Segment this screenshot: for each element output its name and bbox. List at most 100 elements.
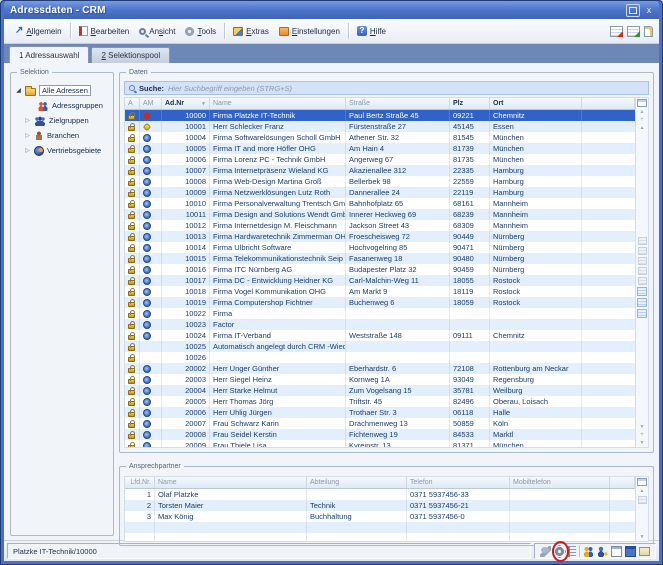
column-header-name[interactable]: Name bbox=[155, 477, 307, 488]
column-chooser-icon[interactable] bbox=[637, 478, 647, 486]
side-tab-icon[interactable] bbox=[638, 257, 647, 265]
search-input[interactable] bbox=[168, 84, 644, 93]
address-row[interactable]: 10014Firma Ulbricht SoftwareHochvogelrin… bbox=[125, 242, 635, 253]
address-row[interactable]: 10005Firma IT and more Höfler OHGAm Hain… bbox=[125, 143, 635, 154]
address-row[interactable]: 10010Firma Personalverwaltung Trentsch G… bbox=[125, 198, 635, 209]
address-row[interactable]: 10016Firma ITC Nürnberg AGBudapester Pla… bbox=[125, 264, 635, 275]
user-key-icon[interactable] bbox=[597, 546, 608, 557]
address-row[interactable]: 20007Frau Schwarz KarinDrachmenweg 13508… bbox=[125, 418, 635, 429]
address-row[interactable]: 20009Frau Thiele LisaKyreinstr. 1381371M… bbox=[125, 440, 635, 447]
address-row[interactable]: 10008Firma Web-Design Martina GroßBeller… bbox=[125, 176, 635, 187]
contact-row[interactable] bbox=[125, 522, 635, 533]
side-card-icon[interactable] bbox=[637, 287, 647, 296]
side-card-icon[interactable] bbox=[637, 298, 647, 307]
column-header-lock[interactable]: A bbox=[125, 98, 140, 109]
address-row[interactable]: 10001Herr Schlecker FranzFürstenstraße 2… bbox=[125, 121, 635, 132]
side-card-icon[interactable] bbox=[637, 309, 647, 318]
contact-row[interactable]: 3Max KönigBuchhaltung0371 5937456-0 bbox=[125, 511, 635, 522]
restore-button[interactable] bbox=[626, 4, 640, 17]
menu-extras[interactable]: Extras bbox=[228, 24, 274, 39]
column-header-adnr[interactable]: Ad.Nr▼ bbox=[162, 98, 210, 109]
column-header-plz[interactable]: Plz bbox=[450, 98, 490, 109]
scroll-marker-icon[interactable]: + bbox=[640, 117, 644, 123]
column-header-telefon[interactable]: Telefon bbox=[407, 477, 510, 488]
expander-open-icon[interactable]: ◢ bbox=[15, 87, 22, 94]
address-row[interactable]: 10015Firma Telekommunikationstechnik Sei… bbox=[125, 253, 635, 264]
address-row[interactable]: 20006Herr Uhlig JürgenTrothaer Str. 3061… bbox=[125, 407, 635, 418]
tab-selektionspool[interactable]: 2 Selektionspool bbox=[91, 47, 170, 63]
address-row[interactable]: 10018Firma Vogel Kommunikation OHGAm Mar… bbox=[125, 286, 635, 297]
address-row[interactable]: 20003Herr Siegel HeinzKornweg 1A93049Reg… bbox=[125, 374, 635, 385]
scroll-bottom-icon[interactable]: ▼ bbox=[640, 440, 645, 446]
address-row[interactable]: 20005Herr Thomas JörgTriftstr. 4582496Ob… bbox=[125, 396, 635, 407]
menu-tools[interactable]: Tools bbox=[180, 24, 221, 39]
tree-item-adressgruppen[interactable]: Adressgruppen bbox=[15, 98, 111, 113]
scroll-up-icon[interactable]: ▲ bbox=[640, 125, 645, 131]
menu-bearbeiten[interactable]: Bearbeiten bbox=[74, 23, 135, 39]
address-row[interactable]: 10013Firma Hardwaretechnik Zimmerman OHG… bbox=[125, 231, 635, 242]
address-row[interactable]: 10006Firma Lorenz PC - Technik GmbHAnger… bbox=[125, 154, 635, 165]
column-header-strasse[interactable]: Straße bbox=[346, 98, 450, 109]
address-row[interactable]: 10024Firma IT-VerbandWeststraße 14809111… bbox=[125, 330, 635, 341]
side-search-icon[interactable] bbox=[638, 247, 647, 255]
address-row[interactable]: 10017Firma DC - Entwicklung Heidner KGCa… bbox=[125, 275, 635, 286]
column-header-abteilung[interactable]: Abteilung bbox=[307, 477, 407, 488]
tree-item-alle-adressen[interactable]: ◢ Alle Adressen bbox=[15, 83, 111, 98]
address-row[interactable]: 10011Firma Design and Solutions Wendt Gm… bbox=[125, 209, 635, 220]
scroll-down-icon[interactable]: ▼ bbox=[640, 424, 645, 430]
address-row[interactable]: 20008Frau Seidel KerstinFichtenweg 19845… bbox=[125, 429, 635, 440]
scroll-marker-icon[interactable]: + bbox=[640, 432, 644, 438]
address-row[interactable]: 10012Firma Internetdesign M. Fleischmann… bbox=[125, 220, 635, 231]
scroll-top-icon[interactable]: ▲ bbox=[640, 109, 645, 115]
tree-item-branchen[interactable]: ▷ Branchen bbox=[15, 128, 111, 143]
side-filter-icon[interactable] bbox=[638, 267, 647, 275]
table-export-red-icon[interactable] bbox=[610, 26, 623, 37]
menu-ansicht[interactable]: Ansicht bbox=[134, 24, 180, 39]
title-bar[interactable]: Adressdaten - CRM x bbox=[4, 1, 659, 19]
scroll-up-icon[interactable]: ▲ bbox=[640, 488, 645, 494]
side-print-icon[interactable] bbox=[638, 277, 647, 285]
contact-row[interactable]: 2Torsten MaierTechnik0371 5937456-21 bbox=[125, 500, 635, 511]
phone-hand-icon[interactable] bbox=[540, 546, 551, 557]
address-row[interactable]: 20004Herr Starke HelmutZum Vogelsang 153… bbox=[125, 385, 635, 396]
address-row[interactable]: 10023Factor bbox=[125, 319, 635, 330]
expander-closed-icon[interactable]: ▷ bbox=[24, 117, 31, 124]
menu-einstellungen[interactable]: Einstellungen bbox=[274, 24, 345, 39]
window-resize-icon[interactable] bbox=[611, 546, 622, 557]
sort-filter-icon[interactable]: ▼ bbox=[198, 101, 206, 107]
contact-row[interactable]: 1Olaf Platzke0371 5937456-33 bbox=[125, 489, 635, 500]
address-row[interactable]: 10000Firma Platzke IT-TechnikPaul Bertz … bbox=[125, 110, 635, 121]
menu-hilfe[interactable]: ? Hilfe bbox=[352, 23, 391, 39]
tree-item-zielgruppen[interactable]: ▷ Zielgruppen bbox=[15, 113, 111, 128]
column-header-ort[interactable]: Ort bbox=[490, 98, 582, 109]
address-row[interactable]: 10025Automatisch angelegt durch CRM -Wie… bbox=[125, 341, 635, 352]
window-icon[interactable] bbox=[625, 546, 636, 557]
column-header-name[interactable]: Name bbox=[210, 98, 346, 109]
column-header-am[interactable]: AM bbox=[140, 98, 162, 109]
list-icon[interactable] bbox=[568, 546, 576, 557]
address-row[interactable]: 10019Firma Computershop FichtnerBuchenwe… bbox=[125, 297, 635, 308]
users-icon[interactable] bbox=[583, 546, 594, 557]
menu-allgemein[interactable]: ↗ Allgemein bbox=[10, 24, 67, 39]
column-header-lfdnr[interactable]: Lfd.Nr. bbox=[125, 477, 155, 488]
column-header-mobiltelefon[interactable]: Mobiltelefon bbox=[510, 477, 610, 488]
contact-row[interactable] bbox=[125, 533, 635, 541]
expander-closed-icon[interactable]: ▷ bbox=[24, 147, 31, 154]
address-row[interactable]: 10004Firma Softwarelösungen Scholl GmbHA… bbox=[125, 132, 635, 143]
address-row[interactable]: 10026 bbox=[125, 352, 635, 363]
search-bar[interactable]: Suche: bbox=[124, 81, 649, 95]
address-row[interactable]: 10007Firma Internetpräsenz Wieland KGAka… bbox=[125, 165, 635, 176]
tree-item-vertriebsgebiete[interactable]: ▷ Vertriebsgebiete bbox=[15, 143, 111, 158]
close-button[interactable]: x bbox=[642, 4, 656, 17]
mail-icon[interactable] bbox=[639, 547, 650, 556]
address-row[interactable]: 20002Herr Unger GüntherEberhardstr. 6721… bbox=[125, 363, 635, 374]
side-list-icon[interactable] bbox=[638, 237, 647, 245]
table-import-green-icon[interactable] bbox=[627, 26, 640, 37]
address-row[interactable]: 10009Firma Netzwerklösungen Lutz RothDan… bbox=[125, 187, 635, 198]
column-chooser-icon[interactable] bbox=[637, 99, 647, 107]
gear-icon[interactable] bbox=[554, 546, 565, 557]
side-list-icon[interactable] bbox=[638, 496, 647, 504]
address-row[interactable]: 10022Firma bbox=[125, 308, 635, 319]
expander-closed-icon[interactable]: ▷ bbox=[24, 132, 31, 139]
new-document-icon[interactable] bbox=[644, 26, 653, 37]
